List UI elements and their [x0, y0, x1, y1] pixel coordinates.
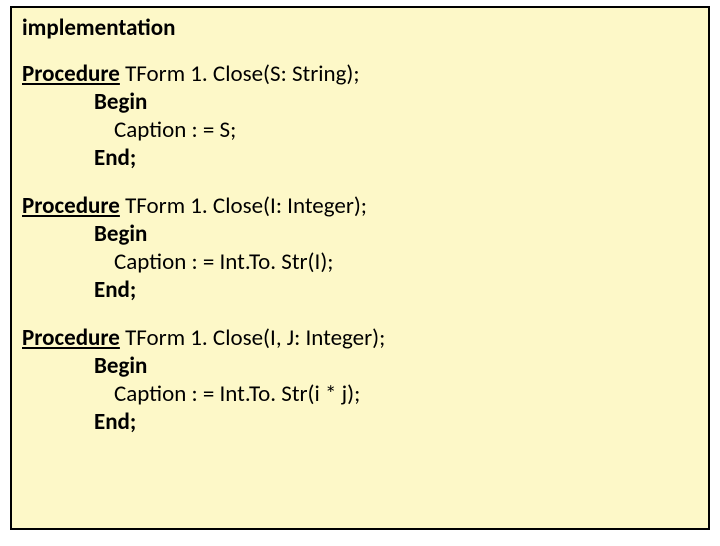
procedure-signature: TForm 1. Close(S: String);	[120, 60, 360, 88]
section-title: implementation	[22, 14, 698, 42]
code-frame: implementation Procedure TForm 1. Close(…	[10, 6, 710, 530]
procedure-keyword: Procedure	[22, 324, 120, 352]
end-keyword: End;	[22, 408, 698, 436]
begin-keyword: Begin	[22, 352, 698, 380]
procedure-body: Caption : = Int.To. Str(i * j);	[22, 380, 698, 408]
procedure-signature: TForm 1. Close(I: Integer);	[120, 192, 367, 220]
procedure-signature: TForm 1. Close(I, J: Integer);	[120, 324, 385, 352]
procedure-header: Procedure TForm 1. Close(I: Integer);	[22, 192, 698, 220]
procedure-header: Procedure TForm 1. Close(S: String);	[22, 60, 698, 88]
procedure-header: Procedure TForm 1. Close(I, J: Integer);	[22, 324, 698, 352]
procedure-block-1: Procedure TForm 1. Close(S: String); Beg…	[22, 60, 698, 172]
begin-keyword: Begin	[22, 88, 698, 116]
procedure-body: Caption : = S;	[22, 116, 698, 144]
end-keyword: End;	[22, 144, 698, 172]
procedure-body: Caption : = Int.To. Str(I);	[22, 248, 698, 276]
procedure-keyword: Procedure	[22, 60, 120, 88]
begin-keyword: Begin	[22, 220, 698, 248]
procedure-keyword: Procedure	[22, 192, 120, 220]
end-keyword: End;	[22, 276, 698, 304]
procedure-block-2: Procedure TForm 1. Close(I: Integer); Be…	[22, 192, 698, 304]
procedure-block-3: Procedure TForm 1. Close(I, J: Integer);…	[22, 324, 698, 436]
